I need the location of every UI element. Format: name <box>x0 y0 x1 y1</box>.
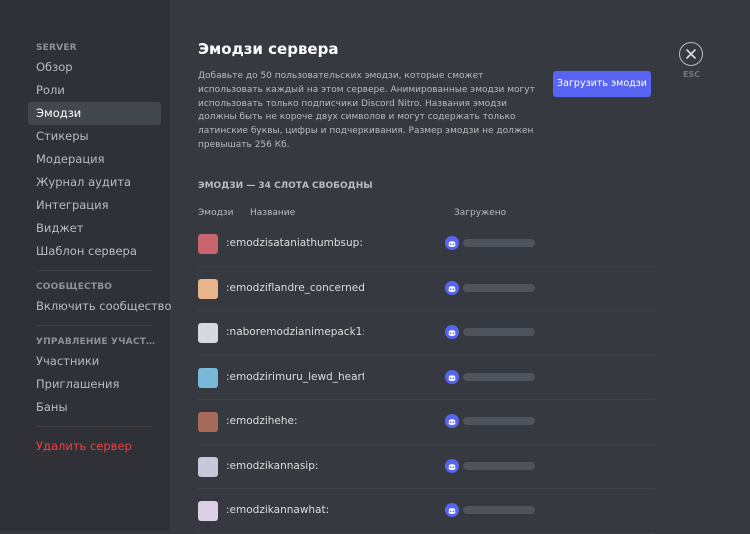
sidebar-nav: SERVER Обзор Роли Эмодзи Стикеры Модерация Жур… <box>28 38 172 458</box>
uploader-name-placeholder <box>463 372 535 381</box>
emoji-image <box>198 412 218 432</box>
discord-icon <box>445 325 459 339</box>
uploader-name-placeholder <box>463 239 535 247</box>
emoji-row: :emodzirimuru_lewd_hearteyes: <box>198 356 655 400</box>
emoji-image <box>198 323 218 343</box>
emoji-row: :emodzikannawhat: <box>198 489 655 534</box>
sidebar-section-community: СООБЩЕСТВО <box>36 282 113 292</box>
sidebar-item-server-3[interactable]: Стикеры <box>28 125 161 148</box>
sidebar-item-server-6[interactable]: Интеграция <box>28 194 161 217</box>
emoji-name[interactable]: :naboremodzianimepack1: <box>226 326 366 338</box>
sidebar-item-server-2[interactable]: Эмодзи <box>28 102 161 125</box>
close-icon <box>686 49 696 59</box>
name-fade <box>364 232 370 256</box>
emoji-settings-panel: Эмодзи сервера Добавьте до 50 пользовате… <box>170 0 750 534</box>
emoji-image <box>198 456 218 477</box>
emoji-row: :naboremodzianimepack1: <box>198 311 655 356</box>
emoji-row: :emodzikannasip: <box>198 445 655 489</box>
emoji-section-title: ЭМОДЗИ — 34 СЛОТА СВОБОДНЫ <box>198 181 373 191</box>
sidebar-item-server-1[interactable]: Роли <box>28 79 161 102</box>
emoji-name[interactable]: :emodzikannasip: <box>226 460 366 472</box>
emoji-name[interactable]: :emodzikannawhat: <box>226 504 366 516</box>
discord-icon <box>445 236 459 250</box>
emoji-image <box>198 367 218 388</box>
sidebar-item-members-0[interactable]: Участники <box>28 350 161 373</box>
sidebar-item-members-2[interactable]: Баны <box>28 396 161 419</box>
sidebar-divider <box>36 270 153 271</box>
delete-server-button[interactable]: Удалить сервер <box>28 435 161 458</box>
sidebar-section-members: УПРАВЛЕНИЕ УЧАСТНИКАМИ <box>36 337 161 347</box>
sidebar-item-community-0[interactable]: Включить сообщество <box>28 295 172 318</box>
name-fade <box>364 321 370 345</box>
name-fade <box>364 365 370 390</box>
emoji-row: :emodzisataniathumbsup: <box>198 222 655 267</box>
uploader-name-placeholder <box>463 328 535 336</box>
emoji-name[interactable]: :emodziflandre_concerned: <box>226 282 366 294</box>
uploader-name-placeholder <box>463 506 535 514</box>
discord-icon <box>445 369 459 384</box>
column-header-name: Название <box>250 208 296 218</box>
discord-icon <box>445 414 459 428</box>
upload-emoji-button[interactable]: Загрузить эмодзи <box>553 71 651 97</box>
sidebar-divider <box>36 426 153 427</box>
emoji-row: :emodzihehe: <box>198 400 655 445</box>
emoji-description: Добавьте до 50 пользовательских эмодзи, … <box>198 71 535 150</box>
sidebar-item-server-7[interactable]: Виджет <box>28 217 161 240</box>
emoji-name[interactable]: :emodzisataniathumbsup: <box>226 237 366 249</box>
settings-sidebar: SERVER Обзор Роли Эмодзи Стикеры Модерация Жур… <box>0 0 172 531</box>
emoji-image <box>198 278 218 299</box>
sidebar-item-server-5[interactable]: Журнал аудита <box>28 171 161 194</box>
emoji-list: :emodzisataniathumbsup::emodziflandre_co… <box>198 222 655 534</box>
name-fade <box>364 276 370 301</box>
uploader-name-placeholder <box>463 461 535 470</box>
sidebar-item-members-1[interactable]: Приглашения <box>28 373 161 396</box>
sidebar-item-server-4[interactable]: Модерация <box>28 148 161 171</box>
sidebar-divider <box>36 325 153 326</box>
page-title: Эмодзи сервера <box>198 40 339 58</box>
sidebar-item-server-8[interactable]: Шаблон сервера <box>28 240 161 263</box>
sidebar-item-server-0[interactable]: Обзор <box>28 56 161 79</box>
name-fade <box>364 499 370 523</box>
column-header-emoji: Эмодзи <box>198 208 234 218</box>
discord-icon <box>445 280 459 295</box>
emoji-name[interactable]: :emodzirimuru_lewd_hearteyes: <box>226 371 366 383</box>
sidebar-section-server: SERVER <box>36 43 77 53</box>
name-fade <box>364 454 370 479</box>
discord-icon <box>445 503 459 517</box>
emoji-image <box>198 234 218 254</box>
emoji-row: :emodziflandre_concerned: <box>198 267 655 311</box>
column-header-uploaded: Загружено <box>454 208 507 218</box>
name-fade <box>364 410 370 434</box>
esc-label: ESC <box>682 70 701 79</box>
uploader-name-placeholder <box>463 417 535 425</box>
emoji-image <box>198 501 218 521</box>
discord-icon <box>445 458 459 473</box>
uploader-name-placeholder <box>463 283 535 292</box>
close-button[interactable] <box>679 42 703 66</box>
emoji-name[interactable]: :emodzihehe: <box>226 415 366 427</box>
